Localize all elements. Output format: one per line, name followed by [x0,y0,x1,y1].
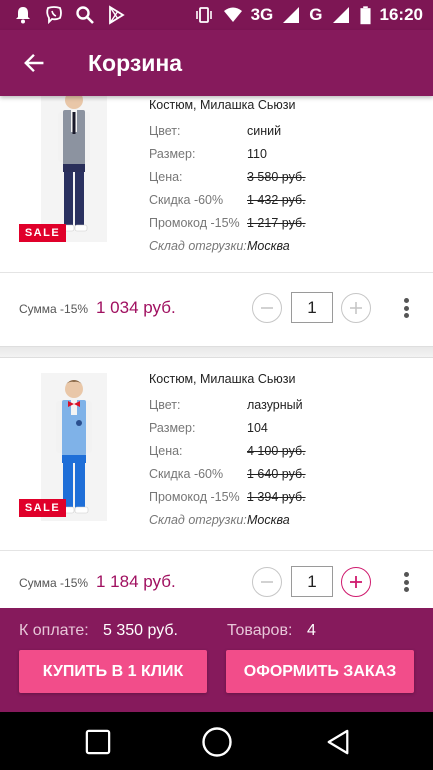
more-options-button[interactable] [398,296,414,320]
warehouse-value: Москва [247,239,290,253]
promo-row: Промокод -15% 1 394 руб. [149,490,409,506]
total-value: 5 350 руб. [103,622,178,639]
increase-quantity-button[interactable] [341,567,371,597]
items-count-label: Товаров: [227,622,293,639]
divider [0,550,433,551]
wifi-icon [222,4,244,26]
system-nav-bar [0,712,433,770]
circle-icon [202,727,232,757]
size-label: Размер: [149,147,196,161]
warehouse-value: Москва [247,513,290,527]
status-bar: 3G G 16:20 [0,0,433,30]
network-type-label: 3G [250,5,274,24]
notification-bell-icon [12,4,34,26]
product-name[interactable]: Костюм, Милашка Сьюзи [149,372,295,386]
color-label: Цвет: [149,398,181,412]
warehouse-label: Склад отгрузки: [149,513,247,527]
promo-label: Промокод -15% [149,216,240,230]
discount-label: Скидка -60% [149,193,224,207]
price-value: 3 580 руб. [247,170,306,184]
app-bar: Корзина [0,30,433,96]
color-label: Цвет: [149,124,181,138]
price-row: Цена: 4 100 руб. [149,444,409,460]
card-separator [0,346,433,358]
color-row: Цвет: лазурный [149,398,409,414]
clock: 16:20 [379,5,423,24]
cart-list[interactable]: SALE Костюм, Милашка Сьюзи Цвет: синий Р… [0,96,433,608]
quantity-field[interactable]: 1 [291,292,333,323]
promo-value: 1 394 руб. [247,490,306,504]
price-label: Цена: [149,170,183,184]
size-value: 110 [247,147,267,161]
square-icon [85,729,111,755]
product-name[interactable]: Костюм, Милашка Сьюзи [149,98,295,112]
recent-apps-button[interactable] [82,726,114,758]
signal-icon [280,4,302,26]
more-vert-icon [403,298,409,303]
play-store-icon [105,4,127,26]
warehouse-label: Склад отгрузки: [149,239,247,253]
vibrate-icon [193,4,215,26]
sum-label: Сумма -15% [19,576,89,590]
more-options-button[interactable] [398,570,414,594]
plus-circle-icon [350,576,362,588]
promo-row: Промокод -15% 1 217 руб. [149,216,409,232]
price-row: Цена: 3 580 руб. [149,170,409,186]
back-nav-button[interactable] [322,726,354,758]
promo-value: 1 217 руб. [247,216,306,230]
arrow-left-icon [24,53,44,73]
warehouse-row: Склад отгрузки: Москва [149,239,409,255]
sum-value: 1 034 руб. [96,298,176,317]
price-label: Цена: [149,444,183,458]
warehouse-row: Склад отгрузки: Москва [149,513,409,529]
quantity-field[interactable]: 1 [291,566,333,597]
items-count-value: 4 [307,622,316,639]
signal-icon-2 [330,4,352,26]
more-vert-icon [403,572,409,577]
sale-badge: SALE [19,224,66,242]
decrease-quantity-button[interactable] [252,567,282,597]
discount-row: Скидка -60% 1 432 руб. [149,193,409,209]
back-button[interactable] [14,45,54,81]
discount-label: Скидка -60% [149,467,224,481]
page-title: Корзина [88,50,183,76]
order-summary-panel: К оплате: 5 350 руб. Товаров: 4 КУПИТЬ В… [0,608,433,712]
minus-circle-icon [261,307,273,309]
size-label: Размер: [149,421,196,435]
cart-item: SALE Костюм, Милашка Сьюзи Цвет: лазурны… [0,358,433,608]
size-row: Размер: 110 [149,147,409,163]
sum-label: Сумма -15% [19,302,89,316]
discount-value: 1 640 руб. [247,467,306,481]
total-label: К оплате: [19,622,89,639]
decrease-quantity-button[interactable] [252,293,282,323]
plus-circle-icon [350,302,362,314]
discount-value: 1 432 руб. [247,193,306,207]
minus-circle-icon [261,581,273,583]
increase-quantity-button[interactable] [341,293,371,323]
color-row: Цвет: синий [149,124,409,140]
divider [0,272,433,273]
discount-row: Скидка -60% 1 640 руб. [149,467,409,483]
sum-value: 1 184 руб. [96,572,176,591]
size-row: Размер: 104 [149,421,409,437]
triangle-back-icon [327,729,349,755]
size-value: 104 [247,421,268,435]
color-value: синий [247,124,282,138]
promo-label: Промокод -15% [149,490,240,504]
network-type-label-2: G [309,5,323,24]
price-value: 4 100 руб. [247,444,306,458]
buy-one-click-button[interactable]: КУПИТЬ В 1 КЛИК [19,650,207,693]
sale-badge: SALE [19,499,66,517]
product-image[interactable] [41,96,107,242]
color-value: лазурный [247,398,303,412]
cart-item: SALE Костюм, Милашка Сьюзи Цвет: синий Р… [0,96,433,346]
checkout-button[interactable]: ОФОРМИТЬ ЗАКАЗ [226,650,414,693]
search-icon [74,4,96,26]
viber-icon [43,4,65,26]
battery-icon [359,4,373,26]
home-button[interactable] [201,726,233,758]
